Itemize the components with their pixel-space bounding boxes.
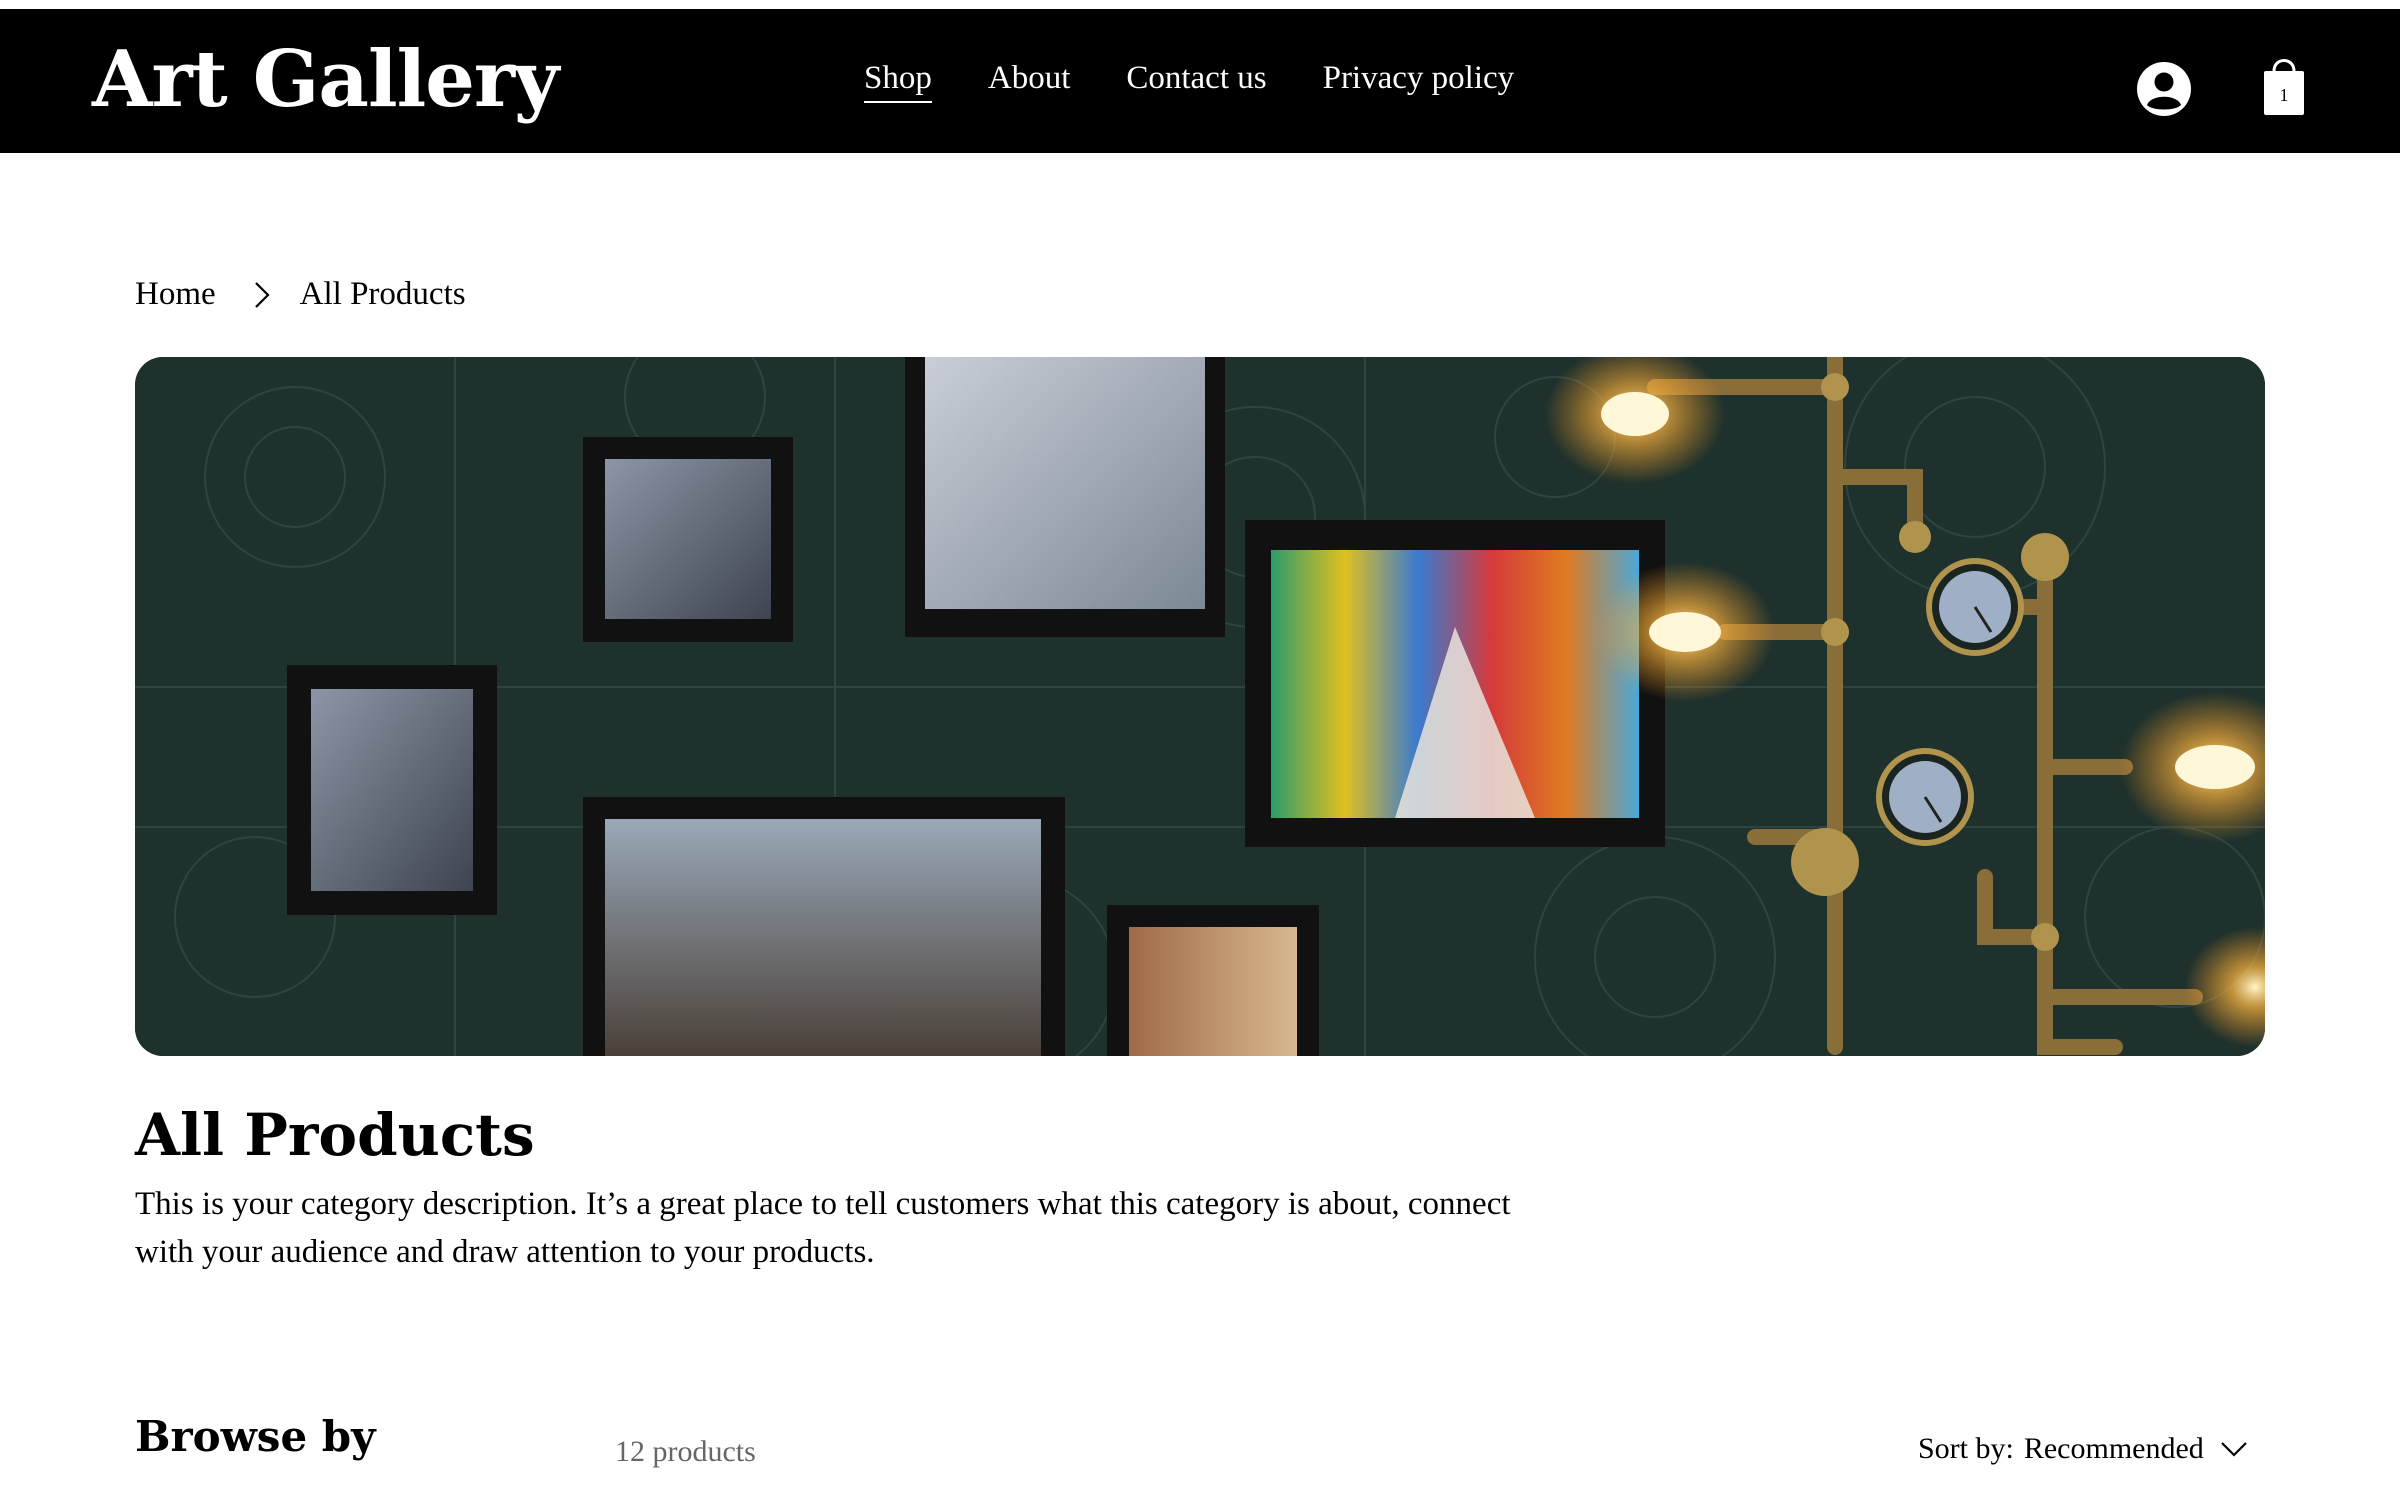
top-strip [0, 0, 2400, 9]
breadcrumb-home[interactable]: Home [135, 276, 216, 313]
breadcrumb-current: All Products [299, 276, 466, 312]
user-circle-icon[interactable] [2136, 61, 2192, 117]
site-header: Art Gallery Shop About Contact us Privac… [0, 9, 2400, 153]
page-title: All Products [135, 1101, 535, 1169]
cart-count-badge: 1 [2279, 85, 2289, 105]
nav-contact[interactable]: Contact us [1126, 59, 1266, 103]
breadcrumb: Home All Products [135, 276, 466, 313]
sort-label: Sort by: [1918, 1432, 2014, 1465]
category-hero-image [135, 357, 2265, 1056]
shopping-bag-icon[interactable]: 1 [2260, 51, 2308, 119]
main-nav: Shop About Contact us Privacy policy [864, 59, 1514, 103]
browse-by-heading: Browse by [135, 1412, 376, 1461]
nav-about[interactable]: About [988, 59, 1071, 103]
site-logo[interactable]: Art Gallery [92, 39, 559, 121]
chevron-down-icon [2221, 1442, 2247, 1457]
sort-value: Recommended [2023, 1432, 2204, 1465]
nav-privacy[interactable]: Privacy policy [1323, 59, 1515, 103]
nav-shop[interactable]: Shop [864, 59, 932, 103]
product-count: 12 products [615, 1435, 756, 1468]
category-description: This is your category description. It’s … [135, 1186, 1511, 1270]
sort-dropdown[interactable]: Sort by: Recommended [1918, 1432, 2248, 1466]
chevron-right-icon [254, 281, 270, 308]
